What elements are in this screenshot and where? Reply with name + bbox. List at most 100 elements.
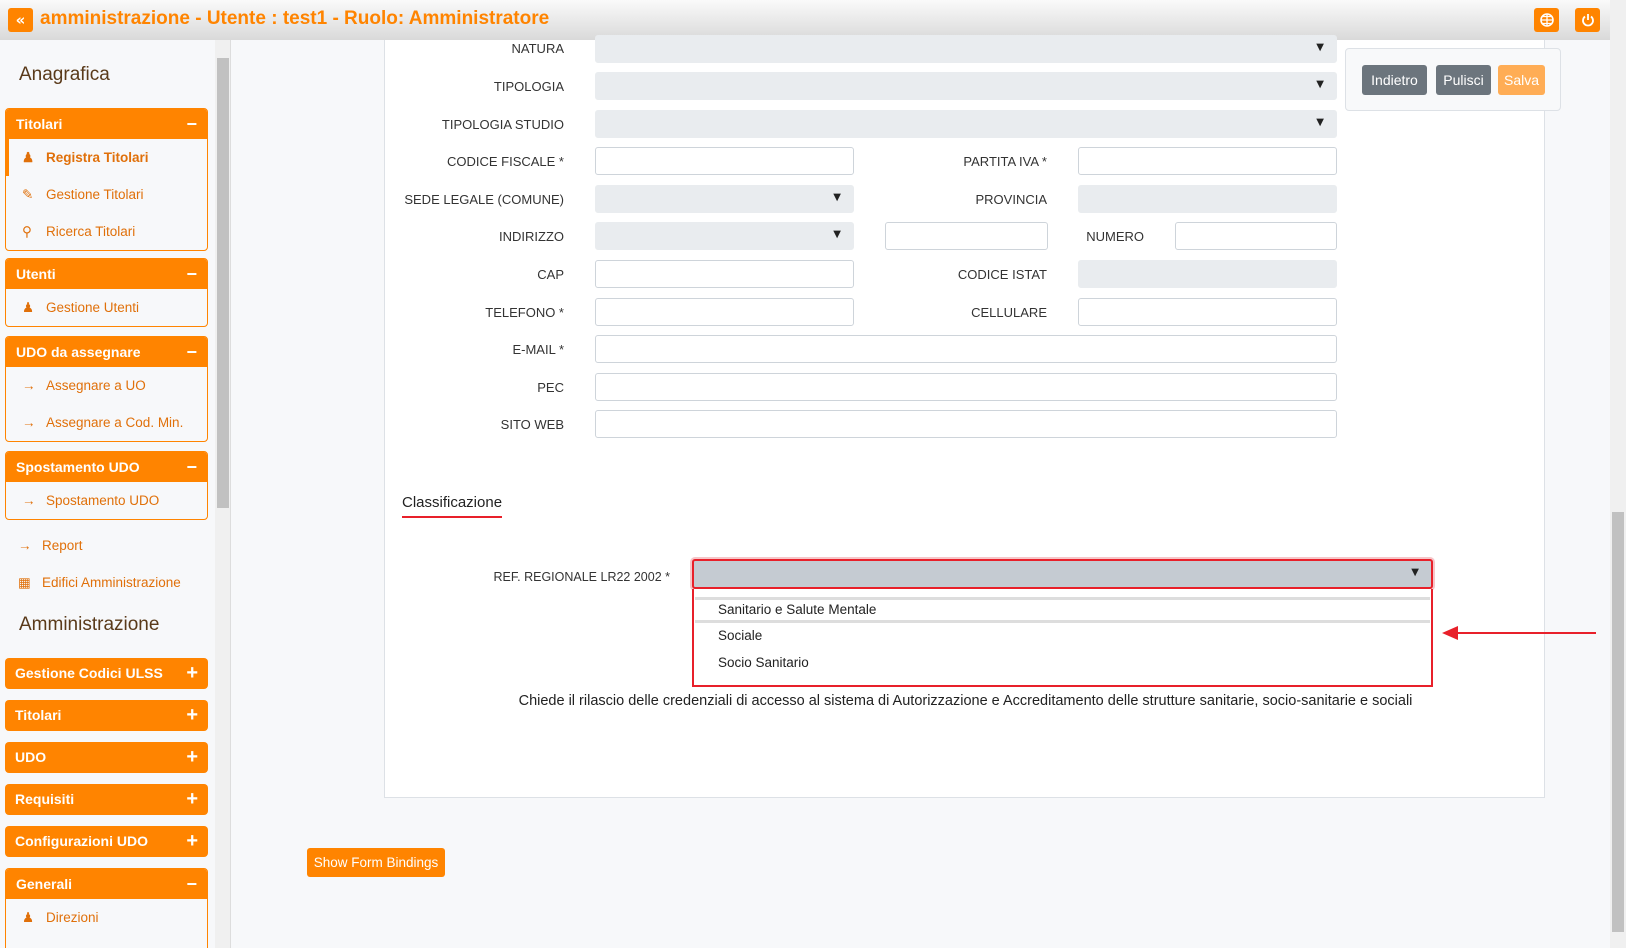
label-email: E-MAIL * <box>512 342 564 357</box>
tipologia-select[interactable]: ▼ <box>595 72 1337 100</box>
item-label: Assegnare a UO <box>46 378 146 393</box>
group-configurazioni-udo[interactable]: Configurazioni UDO + <box>5 826 208 857</box>
label-numero: NUMERO <box>1086 229 1144 244</box>
sidebar-item-ricerca-titolari[interactable]: ⚲ Ricerca Titolari <box>6 213 207 250</box>
sidebar-item-registra-titolari[interactable]: ♟ Registra Titolari <box>6 139 207 176</box>
minus-icon: − <box>186 342 197 362</box>
caret-down-icon: ▼ <box>833 192 841 203</box>
ref-regionale-select[interactable]: ▼ <box>692 559 1433 589</box>
indirizzo-input[interactable] <box>885 222 1048 250</box>
sidebar: Anagrafica Titolari − ♟ Registra Titolari … <box>0 40 215 948</box>
group-header-utenti[interactable]: Utenti − <box>6 259 207 289</box>
email-input[interactable] <box>595 335 1337 363</box>
language-button[interactable] <box>1534 8 1559 32</box>
option-sociale[interactable]: Sociale <box>718 628 762 643</box>
arrow-right-icon: → <box>22 493 36 508</box>
sede-legale-select[interactable]: ▼ <box>595 185 854 213</box>
label-codice-istat: CODICE ISTAT <box>957 267 1047 282</box>
user-edit-icon: ♟ <box>22 910 35 925</box>
arrow-right-icon: → <box>22 378 36 393</box>
plus-icon: + <box>186 788 198 810</box>
label-indirizzo: INDIRIZZO <box>499 229 564 244</box>
edit-icon: ✎ <box>22 187 34 202</box>
option-sanitario-salute-mentale[interactable]: Sanitario e Salute Mentale <box>718 602 876 617</box>
item-label: Registra Titolari <box>46 150 149 165</box>
logout-button[interactable] <box>1575 8 1600 32</box>
sidebar-item-gestione-titolari[interactable]: ✎ Gestione Titolari <box>6 176 207 213</box>
sidebar-item-direzioni[interactable]: ♟ Direzioni <box>6 899 207 936</box>
group-header-titolari[interactable]: Titolari − <box>6 109 207 139</box>
sidebar-item-edifici[interactable]: ▦ Edifici Amministrazione <box>18 575 181 591</box>
label-telefono: TELEFONO * <box>485 305 564 320</box>
label-sede-legale: SEDE LEGALE (COMUNE) <box>404 192 564 207</box>
page-scrollbar[interactable] <box>1610 0 1626 948</box>
natura-select[interactable]: ▼ <box>595 35 1337 63</box>
cellulare-input[interactable] <box>1078 298 1337 326</box>
group-label: Titolari <box>16 116 63 132</box>
scrollbar-thumb[interactable] <box>217 58 229 508</box>
power-icon <box>1581 14 1594 27</box>
search-icon: ⚲ <box>22 224 32 239</box>
label-natura: NATURA <box>511 41 564 56</box>
group-gestione-codici-ulss[interactable]: Gestione Codici ULSS + <box>5 658 208 689</box>
show-form-bindings-button[interactable]: Show Form Bindings <box>307 848 445 877</box>
partita-iva-input[interactable] <box>1078 147 1337 175</box>
option-socio-sanitario[interactable]: Socio Sanitario <box>718 655 809 670</box>
collapse-sidebar-button[interactable]: « <box>8 8 33 32</box>
telefono-input[interactable] <box>595 298 854 326</box>
classificazione-description: Chiede il rilascio delle credenziali di … <box>518 693 1413 709</box>
plus-icon: + <box>186 662 198 684</box>
scrollbar-thumb[interactable] <box>1612 512 1624 932</box>
cap-input[interactable] <box>595 260 854 288</box>
label-pec: PEC <box>537 380 564 395</box>
group-label: Spostamento UDO <box>16 459 140 475</box>
sidebar-item-gestione-utenti[interactable]: ♟ Gestione Utenti <box>6 289 207 326</box>
save-button[interactable]: Salva <box>1498 65 1545 95</box>
caret-down-icon: ▼ <box>1316 79 1324 90</box>
minus-icon: − <box>186 874 197 894</box>
minus-icon: − <box>186 114 197 134</box>
form-card: NATURA ▼ TIPOLOGIA ▼ TIPOLOGIA STUDIO ▼ … <box>384 35 1545 798</box>
item-label: Direzioni <box>46 910 99 925</box>
tipologia-studio-select[interactable]: ▼ <box>595 110 1337 138</box>
sidebar-item-report[interactable]: → Report <box>18 538 83 553</box>
indirizzo-select[interactable]: ▼ <box>595 222 854 250</box>
group-titolari-admin[interactable]: Titolari + <box>5 700 208 731</box>
numero-input[interactable] <box>1175 222 1337 250</box>
label-sito-web: SITO WEB <box>500 417 564 432</box>
item-label: Gestione Utenti <box>46 300 140 315</box>
minus-icon: − <box>186 457 197 477</box>
group-titolari: Titolari − ♟ Registra Titolari ✎ Gestione T… <box>5 108 208 251</box>
group-label: Configurazioni UDO <box>15 833 148 849</box>
item-label: Ricerca Titolari <box>46 224 136 239</box>
item-label: Gestione Titolari <box>46 187 144 202</box>
label-codice-fiscale: CODICE FISCALE * <box>446 154 564 169</box>
sidebar-item-assegnare-cod-min[interactable]: → Assegnare a Cod. Min. <box>6 404 207 441</box>
group-label: Gestione Codici ULSS <box>15 665 163 681</box>
group-header-spostamento-udo[interactable]: Spostamento UDO − <box>6 452 207 482</box>
group-header-generali[interactable]: Generali − <box>6 869 207 899</box>
back-button[interactable]: Indietro <box>1362 65 1427 95</box>
label-partita-iva: PARTITA IVA * <box>963 154 1047 169</box>
group-udo[interactable]: UDO + <box>5 742 208 773</box>
annotation-arrow-icon <box>1442 626 1596 640</box>
group-label: Requisiti <box>15 791 75 807</box>
group-requisiti[interactable]: Requisiti + <box>5 784 208 815</box>
sidebar-item-assegnare-uo[interactable]: → Assegnare a UO <box>6 367 207 404</box>
sidebar-scrollbar[interactable] <box>215 40 231 948</box>
label-tipologia-studio: TIPOLOGIA STUDIO <box>441 117 564 132</box>
group-udo-da-assegnare: UDO da assegnare − → Assegnare a UO → Asseg… <box>5 336 208 442</box>
caret-down-icon: ▼ <box>1316 42 1324 53</box>
sidebar-item-spostamento-udo[interactable]: → Spostamento UDO <box>6 482 207 519</box>
item-label: Report <box>42 538 83 553</box>
user-edit-icon: ♟ <box>22 150 35 165</box>
user-edit-icon: ♟ <box>22 300 35 315</box>
group-spostamento-udo: Spostamento UDO − → Spostamento UDO <box>5 451 208 520</box>
label-provincia: PROVINCIA <box>975 192 1047 207</box>
pec-input[interactable] <box>595 373 1337 401</box>
codice-fiscale-input[interactable] <box>595 147 854 175</box>
sito-web-input[interactable] <box>595 410 1337 438</box>
clear-button[interactable]: Pulisci <box>1436 65 1491 95</box>
group-header-udo-da-assegnare[interactable]: UDO da assegnare − <box>6 337 207 367</box>
double-chevron-left-icon: « <box>15 11 26 29</box>
